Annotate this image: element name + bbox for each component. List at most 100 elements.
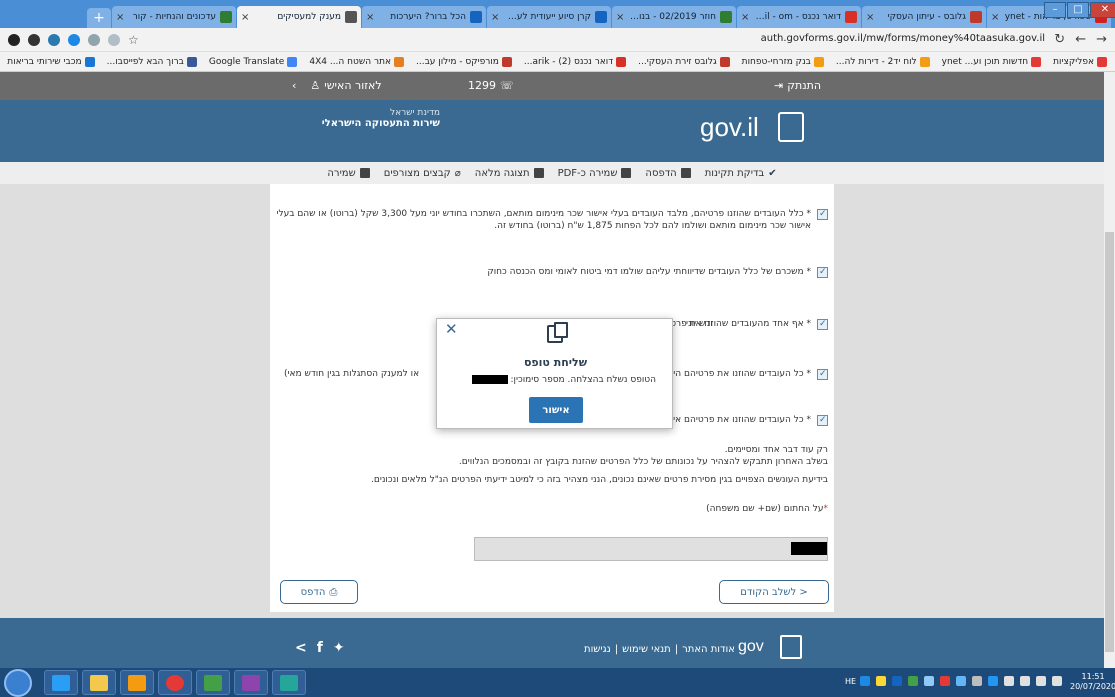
checkbox[interactable] bbox=[817, 368, 828, 380]
checkbox[interactable] bbox=[817, 208, 828, 220]
close-icon[interactable]: × bbox=[866, 12, 874, 23]
close-icon[interactable]: × bbox=[241, 12, 249, 23]
close-icon[interactable]: × bbox=[991, 12, 999, 23]
tab-favicon-icon bbox=[345, 11, 357, 23]
tray-icon[interactable] bbox=[860, 676, 870, 686]
share-icon[interactable]: < bbox=[295, 640, 307, 656]
browser-tab-active[interactable]: מענק למעסיקים × bbox=[237, 6, 361, 28]
folder-icon[interactable] bbox=[82, 670, 116, 695]
volume-icon[interactable] bbox=[1052, 676, 1062, 686]
close-icon[interactable]: × bbox=[741, 12, 749, 23]
close-icon[interactable]: × bbox=[366, 12, 374, 23]
extension-icon[interactable] bbox=[68, 33, 80, 46]
close-window-button[interactable]: ✕ bbox=[1090, 2, 1115, 18]
checkbox[interactable] bbox=[817, 318, 828, 330]
page-scrollbar[interactable] bbox=[1104, 72, 1115, 668]
browser-tab[interactable]: עדכונים והנחיות - קור × bbox=[112, 6, 236, 28]
validate-button[interactable]: ✔ בדיקת תקינות bbox=[705, 168, 777, 179]
app-icon[interactable] bbox=[196, 670, 230, 695]
start-button[interactable] bbox=[4, 669, 32, 697]
app-icon[interactable] bbox=[272, 670, 306, 695]
system-clock[interactable]: 11:51 20/07/2020 bbox=[1070, 672, 1115, 692]
facebook-icon[interactable]: f bbox=[317, 640, 323, 656]
logout-link[interactable]: ⇥ התנתק bbox=[774, 79, 821, 92]
tray-icon[interactable] bbox=[908, 676, 918, 686]
browser-tab[interactable]: גלובס - עיתון העסקי × bbox=[862, 6, 986, 28]
ie-icon[interactable] bbox=[44, 670, 78, 695]
extension-icon[interactable] bbox=[108, 33, 120, 46]
print-toolbar-button[interactable]: הדפסה bbox=[645, 168, 691, 179]
tray-icon[interactable] bbox=[940, 676, 950, 686]
bookmark-item[interactable]: דואר נכנס (2) - arik... bbox=[524, 56, 627, 67]
close-icon[interactable]: × bbox=[616, 12, 624, 23]
footer-link-terms[interactable]: תנאי שימוש bbox=[622, 644, 671, 655]
tray-icon[interactable] bbox=[1004, 676, 1014, 686]
previous-step-button[interactable]: < לשלב הקודם bbox=[719, 580, 829, 604]
tray-icon[interactable] bbox=[924, 676, 934, 686]
browser-tab[interactable]: חוזר 02/2019 - בנושא × bbox=[612, 6, 736, 28]
signature-field[interactable] bbox=[474, 537, 828, 561]
browser-tab[interactable]: הכל ברור? היערכות × bbox=[362, 6, 486, 28]
tray-icon[interactable] bbox=[988, 676, 998, 686]
extension-icon[interactable] bbox=[88, 33, 100, 46]
tray-icon[interactable] bbox=[892, 676, 902, 686]
language-indicator[interactable]: HE bbox=[845, 677, 856, 686]
tray-icon[interactable] bbox=[956, 676, 966, 686]
full-view-button[interactable]: תצוגה מלאה bbox=[475, 168, 544, 179]
refresh-icon[interactable]: ↻ bbox=[1054, 32, 1065, 47]
tray-icon[interactable] bbox=[876, 676, 886, 686]
declaration-check-1[interactable]: * כלל העובדים שהוזנו פרטיהם, מלבד העובדי… bbox=[276, 208, 828, 232]
footer-link-about[interactable]: אודות האתר bbox=[682, 644, 735, 655]
twitter-icon[interactable]: ✦ bbox=[333, 640, 345, 656]
save-button[interactable]: שמירה bbox=[327, 168, 370, 179]
user-icon: ♙ bbox=[310, 79, 321, 92]
close-icon[interactable]: × bbox=[491, 12, 499, 23]
ok-button[interactable]: אישור bbox=[529, 397, 583, 423]
extension-icon[interactable] bbox=[8, 33, 20, 46]
bookmark-item[interactable]: אפליקציות bbox=[1053, 56, 1107, 67]
bookmark-item[interactable]: לוח יד2 - דירות לה... bbox=[836, 56, 930, 67]
browser-tab[interactable]: דואר נכנס - Gmail - om× bbox=[737, 6, 861, 28]
checkbox[interactable] bbox=[817, 414, 828, 426]
footer-gov-logo[interactable]: gov bbox=[738, 638, 764, 656]
bookmark-item[interactable]: Google Translate bbox=[209, 56, 298, 67]
network-icon[interactable] bbox=[1036, 676, 1046, 686]
print-button[interactable]: ⎙ הדפס bbox=[280, 580, 358, 604]
close-icon[interactable]: × bbox=[116, 12, 124, 23]
outlook-icon[interactable] bbox=[120, 670, 154, 695]
declaration-check-2[interactable]: * משכרם של כלל העובדים שדיווחתי עליהם שו… bbox=[276, 266, 828, 278]
tab-favicon-icon bbox=[470, 11, 482, 23]
calculator-icon[interactable] bbox=[234, 670, 268, 695]
save-pdf-button[interactable]: שמירה כ-PDF bbox=[558, 168, 632, 179]
close-icon[interactable]: ✕ bbox=[445, 320, 458, 338]
chrome-icon[interactable] bbox=[158, 670, 192, 695]
agency-logo[interactable]: מדינת ישראל שירות התעסוקה הישראלי bbox=[290, 108, 440, 129]
back-icon[interactable]: → bbox=[1096, 32, 1107, 47]
maximize-button[interactable]: □ bbox=[1067, 2, 1089, 18]
puzzle-icon[interactable] bbox=[48, 33, 60, 46]
bookmark-item[interactable]: ברוך הבא לפייסבו... bbox=[107, 56, 197, 67]
flag-icon[interactable] bbox=[1020, 676, 1030, 686]
tray-icon[interactable] bbox=[972, 676, 982, 686]
minimize-button[interactable]: – bbox=[1044, 2, 1066, 18]
bookmark-item[interactable]: מכבי שירותי בריאות bbox=[7, 56, 95, 67]
phone-link[interactable]: 1299 ☏ bbox=[468, 79, 514, 92]
extension-icon[interactable] bbox=[28, 33, 40, 46]
scroll-thumb[interactable] bbox=[1105, 232, 1114, 652]
checkbox[interactable] bbox=[817, 266, 828, 278]
bookmark-icon bbox=[501, 56, 512, 67]
forward-icon[interactable]: ← bbox=[1075, 32, 1086, 47]
star-icon[interactable]: ☆ bbox=[128, 33, 139, 47]
bookmark-item[interactable]: מורפיקס - מילון עב... bbox=[416, 56, 512, 67]
url-field[interactable]: auth.govforms.gov.il/mw/forms/money%40ta… bbox=[761, 33, 1045, 44]
bookmark-item[interactable]: אתר השטח ה... 4X4 bbox=[309, 56, 404, 67]
bookmark-item[interactable]: גלובס זירת העסקי... bbox=[638, 56, 730, 67]
attachments-button[interactable]: ⌀ קבצים מצורפים bbox=[384, 168, 461, 179]
browser-tab[interactable]: קרן סיוע ייעודית לעסקי × bbox=[487, 6, 611, 28]
footer-link-accessibility[interactable]: נגישות bbox=[584, 644, 611, 655]
personal-area-link[interactable]: ‹ ♙ לאזור האישי bbox=[292, 79, 382, 92]
new-tab-button[interactable]: + bbox=[87, 8, 111, 28]
gov-logo[interactable]: gov.il bbox=[700, 112, 759, 143]
bookmark-item[interactable]: חדשות תוכן וע... ynet bbox=[942, 56, 1042, 67]
bookmark-item[interactable]: בנק מזרחי-טפחות bbox=[742, 56, 824, 67]
